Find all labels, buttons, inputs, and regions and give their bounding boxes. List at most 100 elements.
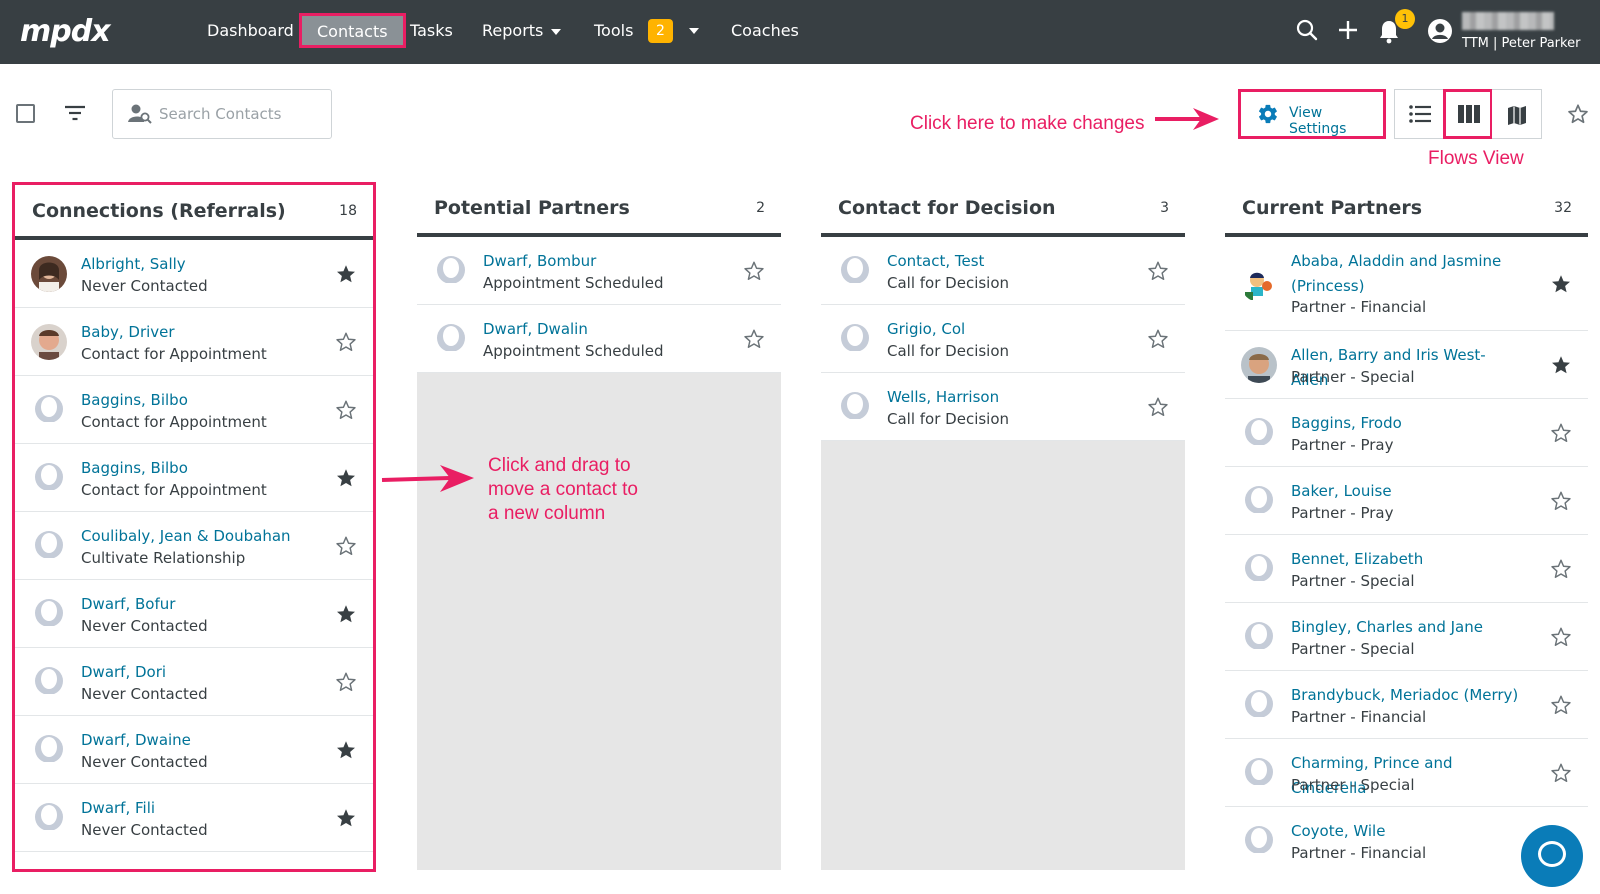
contact-card[interactable]: Brandybuck, Meriadoc (Merry) Partner - Fi… (1225, 671, 1588, 739)
contact-name-link[interactable]: Bingley, Charles and Jane (1291, 615, 1521, 640)
default-avatar-icon (31, 800, 67, 836)
contact-name-link[interactable]: Dwarf, Dwaine (81, 728, 311, 753)
contact-name-link[interactable]: Baggins, Bilbo (81, 388, 311, 413)
star-filled-icon[interactable] (335, 807, 357, 833)
select-all-checkbox[interactable] (16, 104, 35, 123)
contact-name-link[interactable]: Coulibaly, Jean & Doubahan (81, 524, 311, 549)
contact-name-link[interactable]: Contact, Test (887, 249, 1117, 274)
star-outline-icon[interactable] (1550, 490, 1572, 516)
star-outline-icon[interactable] (335, 331, 357, 357)
contact-card[interactable]: Baggins, Bilbo Contact for Appointment (15, 376, 373, 444)
contact-status: Appointment Scheduled (483, 274, 664, 292)
contact-card[interactable]: Baggins, Bilbo Contact for Appointment (15, 444, 373, 512)
star-filled-icon[interactable] (335, 603, 357, 629)
contact-status: Never Contacted (81, 617, 208, 635)
nav-reports[interactable]: Reports (482, 20, 562, 42)
star-outline-icon[interactable] (1147, 396, 1169, 422)
view-settings-button[interactable]: View Settings (1238, 89, 1386, 139)
star-outline-icon[interactable] (1550, 558, 1572, 584)
contact-name-link[interactable]: Grigio, Col (887, 317, 1117, 342)
help-chat-button[interactable] (1521, 825, 1583, 887)
nav-tasks[interactable]: Tasks (410, 20, 453, 42)
contact-card[interactable]: Dwarf, Dori Never Contacted (15, 648, 373, 716)
star-outline-icon[interactable] (1550, 762, 1572, 788)
contact-name-link[interactable]: Brandybuck, Meriadoc (Merry) (1291, 683, 1521, 708)
contact-name-link[interactable]: Baby, Driver (81, 320, 311, 345)
contact-name-link[interactable]: Dwarf, Bofur (81, 592, 311, 617)
filter-icon[interactable] (64, 104, 86, 122)
contact-name-link[interactable]: Dwarf, Gimli (81, 864, 311, 869)
search-input[interactable] (159, 102, 319, 126)
star-outline-icon[interactable] (335, 671, 357, 697)
contact-card[interactable]: Bennet, Elizabeth Partner - Special (1225, 535, 1588, 603)
contact-status: Partner - Pray (1291, 436, 1394, 454)
contact-card[interactable]: Dwarf, Gimli (15, 852, 373, 869)
star-outline-icon[interactable] (1147, 260, 1169, 286)
contact-name-link[interactable]: Baggins, Bilbo (81, 456, 311, 481)
star-outline-icon[interactable] (743, 328, 765, 354)
star-outline-icon[interactable] (1147, 328, 1169, 354)
contact-card[interactable]: Charming, Prince and Cinderella Partner -… (1225, 739, 1588, 807)
contact-name-link[interactable]: Wells, Harrison (887, 385, 1117, 410)
contact-card[interactable]: Dwarf, Bombur Appointment Scheduled (417, 237, 781, 305)
nav-contacts[interactable]: Contacts (299, 13, 406, 48)
contact-name-link[interactable]: Dwarf, Bombur (483, 249, 713, 274)
annotation-arrow-drag (381, 465, 474, 492)
nav-tools[interactable]: Tools (594, 20, 633, 42)
column-potential-partners: Potential Partners 2 Dwarf, Bombur Appoin… (417, 182, 781, 870)
list-view-button[interactable] (1394, 89, 1444, 139)
contact-name-link[interactable]: Ababa, Aladdin and Jasmine (Princess) (1291, 249, 1521, 299)
contact-card[interactable]: Baggins, Frodo Partner - Pray (1225, 399, 1588, 467)
star-filled-icon[interactable] (1550, 273, 1572, 299)
star-filled-icon[interactable] (335, 263, 357, 289)
contact-name-link[interactable]: Albright, Sally (81, 252, 311, 277)
search-contacts-box[interactable] (112, 89, 332, 139)
contact-card[interactable]: Ababa, Aladdin and Jasmine (Princess) Par… (1225, 237, 1588, 331)
contact-name-link[interactable]: Baggins, Frodo (1291, 411, 1521, 436)
star-filled-icon[interactable] (335, 739, 357, 765)
default-avatar-icon (31, 732, 67, 768)
contact-card[interactable]: Baby, Driver Contact for Appointment (15, 308, 373, 376)
contact-name-link[interactable]: Dwarf, Dwalin (483, 317, 713, 342)
contact-name-link[interactable]: Coyote, Wile (1291, 819, 1521, 844)
contact-card[interactable]: Allen, Barry and Iris West-Allen Partner … (1225, 331, 1588, 399)
search-icon[interactable] (1295, 18, 1323, 46)
contact-card[interactable]: Coulibaly, Jean & Doubahan Cultivate Rela… (15, 512, 373, 580)
account-user-label[interactable]: TTM | Peter Parker (1462, 36, 1580, 51)
star-outline-icon[interactable] (1550, 422, 1572, 448)
star-outline-icon[interactable] (1550, 626, 1572, 652)
nav-coaches[interactable]: Coaches (731, 20, 799, 42)
chevron-down-icon[interactable] (689, 28, 699, 34)
map-view-button[interactable] (1492, 89, 1542, 139)
contact-card[interactable]: Grigio, Col Call for Decision (821, 305, 1185, 373)
contact-card[interactable]: Bingley, Charles and Jane Partner - Speci… (1225, 603, 1588, 671)
contact-card[interactable]: Contact, Test Call for Decision (821, 237, 1185, 305)
contact-name-link[interactable]: Baker, Louise (1291, 479, 1521, 504)
avatar (31, 256, 67, 292)
star-filled-icon[interactable] (335, 467, 357, 493)
contact-card[interactable]: Dwarf, Fili Never Contacted (15, 784, 373, 852)
contact-name-link[interactable]: Dwarf, Fili (81, 796, 311, 821)
flows-view-button[interactable] (1443, 89, 1493, 139)
star-outline-icon[interactable] (743, 260, 765, 286)
contact-card[interactable]: Dwarf, Dwalin Appointment Scheduled (417, 305, 781, 373)
default-avatar-icon (1241, 823, 1277, 859)
star-outline-icon[interactable] (335, 399, 357, 425)
contact-status: Partner - Financial (1291, 298, 1427, 316)
star-filled-icon[interactable] (1550, 354, 1572, 380)
contact-name-link[interactable]: Dwarf, Dori (81, 660, 311, 685)
contact-card[interactable]: Dwarf, Bofur Never Contacted (15, 580, 373, 648)
contact-card[interactable]: Baker, Louise Partner - Pray (1225, 467, 1588, 535)
plus-icon[interactable] (1336, 18, 1364, 46)
contact-card[interactable]: Wells, Harrison Call for Decision (821, 373, 1185, 441)
contact-card[interactable]: Albright, Sally Never Contacted (15, 240, 373, 308)
star-outline-icon[interactable] (1567, 103, 1589, 125)
contact-status: Partner - Pray (1291, 504, 1394, 522)
mpdx-logo[interactable]: mpdx (20, 14, 111, 49)
star-outline-icon[interactable] (1550, 694, 1572, 720)
contact-card[interactable]: Dwarf, Dwaine Never Contacted (15, 716, 373, 784)
user-avatar-icon[interactable] (1427, 18, 1455, 46)
star-outline-icon[interactable] (335, 535, 357, 561)
contact-name-link[interactable]: Bennet, Elizabeth (1291, 547, 1521, 572)
nav-dashboard[interactable]: Dashboard (207, 20, 294, 42)
